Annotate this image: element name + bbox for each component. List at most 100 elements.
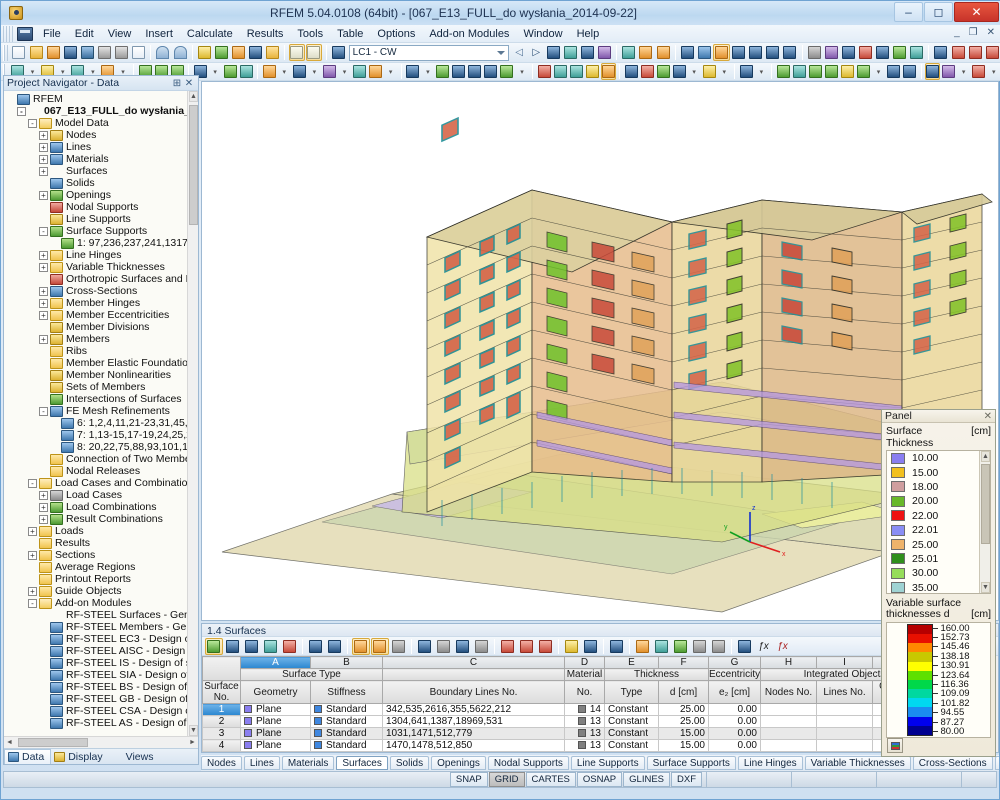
calculation-diagram-icon[interactable]: [748, 44, 764, 61]
navigator-horizontal-scrollbar[interactable]: ◄ ►: [4, 736, 198, 748]
cell-boundary-lines[interactable]: 1031,1471,512,779: [383, 728, 565, 740]
expand-icon[interactable]: +: [39, 335, 48, 344]
view-mode-icon[interactable]: [248, 44, 264, 61]
window-1-icon[interactable]: [933, 44, 949, 61]
load-combination-icon[interactable]: [580, 44, 596, 61]
cell-thickness-type[interactable]: Constant: [605, 740, 659, 752]
work-plane-icon[interactable]: [808, 63, 823, 80]
panel-settings-icon[interactable]: [887, 738, 903, 753]
navigator-tree[interactable]: RFEM-067_E13_FULL_do wysłania_2014-09-22…: [4, 91, 198, 736]
navigator-tree-item[interactable]: Member Divisions: [6, 321, 198, 333]
cell-geometry[interactable]: Plane: [241, 716, 311, 728]
table-color-icon[interactable]: [281, 638, 299, 655]
table-info-icon[interactable]: [454, 638, 472, 655]
table-tab-nodes[interactable]: Nodes: [201, 756, 242, 770]
table-tab-line-hinges[interactable]: Line Hinges: [738, 756, 803, 770]
column-letter-header[interactable]: I: [817, 657, 873, 669]
navigator-tree-item[interactable]: +Member Eccentricities: [6, 309, 198, 321]
column-letter-header[interactable]: B: [311, 657, 383, 669]
navigator-tree-item[interactable]: +Variable Thicknesses: [6, 261, 198, 273]
next-load-case-icon[interactable]: ▷: [528, 44, 544, 61]
table-row[interactable]: 2PlaneStandard1304,641,1387,18969,53113C…: [203, 716, 999, 728]
collapse-icon[interactable]: -: [17, 107, 26, 116]
expand-icon[interactable]: +: [28, 587, 37, 596]
window-tile-icon[interactable]: [265, 44, 281, 61]
navigator-tree-item[interactable]: Printout Reports: [6, 573, 198, 585]
grid-snap-icon[interactable]: [776, 63, 791, 80]
table-tab-solids[interactable]: Solids: [390, 756, 429, 770]
table-calculator-icon[interactable]: [710, 638, 728, 655]
view-dropdown-icon[interactable]: ▾: [688, 63, 701, 80]
zoom-out-icon[interactable]: [569, 63, 584, 80]
navigator-tree-item[interactable]: 7: 1,13-15,17-19,24,25,27,52-60,: [6, 429, 198, 441]
generate-mesh-icon[interactable]: [696, 44, 712, 61]
pin-red-2-icon[interactable]: [984, 44, 1000, 61]
cell-stiffness[interactable]: Standard: [311, 740, 383, 752]
plane-view-icon[interactable]: [702, 63, 717, 80]
expand-icon[interactable]: +: [39, 131, 48, 140]
scale-object-icon[interactable]: [499, 63, 514, 80]
navigator-tree-item[interactable]: RF-STEEL AS - Design of steel mer: [6, 717, 198, 729]
panel-close-icon[interactable]: ✕: [984, 411, 992, 422]
navigator-tree-item[interactable]: +Member Hinges: [6, 297, 198, 309]
cell-geometry[interactable]: Plane: [241, 728, 311, 740]
column-letter-header[interactable]: G: [709, 657, 761, 669]
table-redo-icon[interactable]: [371, 638, 389, 655]
expand-icon[interactable]: +: [39, 287, 48, 296]
navigator-tree-item[interactable]: Nodal Releases: [6, 465, 198, 477]
render-dropdown-icon[interactable]: ▾: [987, 63, 1000, 80]
open-file-icon[interactable]: [28, 44, 44, 61]
navigator-tree-item[interactable]: Results: [6, 537, 198, 549]
menu-item-results[interactable]: Results: [240, 26, 291, 42]
menu-item-help[interactable]: Help: [570, 26, 607, 42]
minimize-button[interactable]: –: [894, 2, 923, 22]
circle-tool-icon[interactable]: [823, 44, 839, 61]
sets-icon[interactable]: [352, 63, 367, 80]
navigator-tree-item[interactable]: Nodal Supports: [6, 201, 198, 213]
table-tab-member-hinges[interactable]: Member Hinges: [995, 756, 999, 770]
show-panel-icon[interactable]: [306, 44, 322, 61]
expand-icon[interactable]: +: [39, 167, 48, 176]
cell-nodes-no[interactable]: [761, 716, 817, 728]
load-case-icon[interactable]: [330, 44, 346, 61]
table-tab-line-supports[interactable]: Line Supports: [571, 756, 645, 770]
zoom-icon[interactable]: [213, 44, 229, 61]
menu-item-file[interactable]: File: [36, 26, 68, 42]
navigator-tree-item[interactable]: -Surface Supports: [6, 225, 198, 237]
cell-thickness-d[interactable]: 25.00: [659, 704, 709, 716]
expand-icon[interactable]: +: [39, 515, 48, 524]
print-icon[interactable]: [114, 44, 130, 61]
navigator-tree-item[interactable]: +Cross-Sections: [6, 285, 198, 297]
navigator-tree-item[interactable]: 8: 20,22,75,88,93,101,107,113,15: [6, 441, 198, 453]
table-next-icon[interactable]: [326, 638, 344, 655]
printout-icon[interactable]: [655, 44, 671, 61]
legend-row[interactable]: 30.00: [887, 566, 990, 580]
layers-icon[interactable]: [856, 63, 871, 80]
column-letter-header[interactable]: D: [565, 657, 605, 669]
legend-row[interactable]: 20.00: [887, 494, 990, 508]
print-preview-icon[interactable]: [131, 44, 147, 61]
cell-nodes-no[interactable]: [761, 740, 817, 752]
display-dropdown-icon[interactable]: ▾: [755, 63, 768, 80]
model-check-icon[interactable]: [909, 44, 925, 61]
iso-view-icon[interactable]: [601, 63, 616, 80]
navigator-tree-item[interactable]: Average Regions: [6, 561, 198, 573]
rotate-icon[interactable]: [875, 44, 891, 61]
legend-row[interactable]: 18.00: [887, 480, 990, 494]
edit-load-case-icon[interactable]: [545, 44, 561, 61]
expand-icon[interactable]: +: [39, 311, 48, 320]
navigator-tree-item[interactable]: -FE Mesh Refinements: [6, 405, 198, 417]
surfaces-data-grid[interactable]: ABCDEFGHIJKSurface TypeMaterialThickness…: [202, 656, 998, 752]
expand-icon[interactable]: +: [39, 143, 48, 152]
table-edit-cell-icon[interactable]: [608, 638, 626, 655]
cell-geometry[interactable]: Plane: [241, 740, 311, 752]
cell-eccentricity[interactable]: 0.00: [709, 704, 761, 716]
legend-row[interactable]: 10.00: [887, 451, 990, 465]
load-wizard-icon[interactable]: [562, 44, 578, 61]
table-undo-icon[interactable]: [352, 638, 370, 655]
intersection-dropdown-icon[interactable]: ▾: [384, 63, 397, 80]
navigator-tree-item[interactable]: +Surfaces: [6, 165, 198, 177]
zoom-window-icon[interactable]: [553, 63, 568, 80]
table-tab-cross-sections[interactable]: Cross-Sections: [913, 756, 993, 770]
cell-material-no[interactable]: 13: [565, 716, 605, 728]
